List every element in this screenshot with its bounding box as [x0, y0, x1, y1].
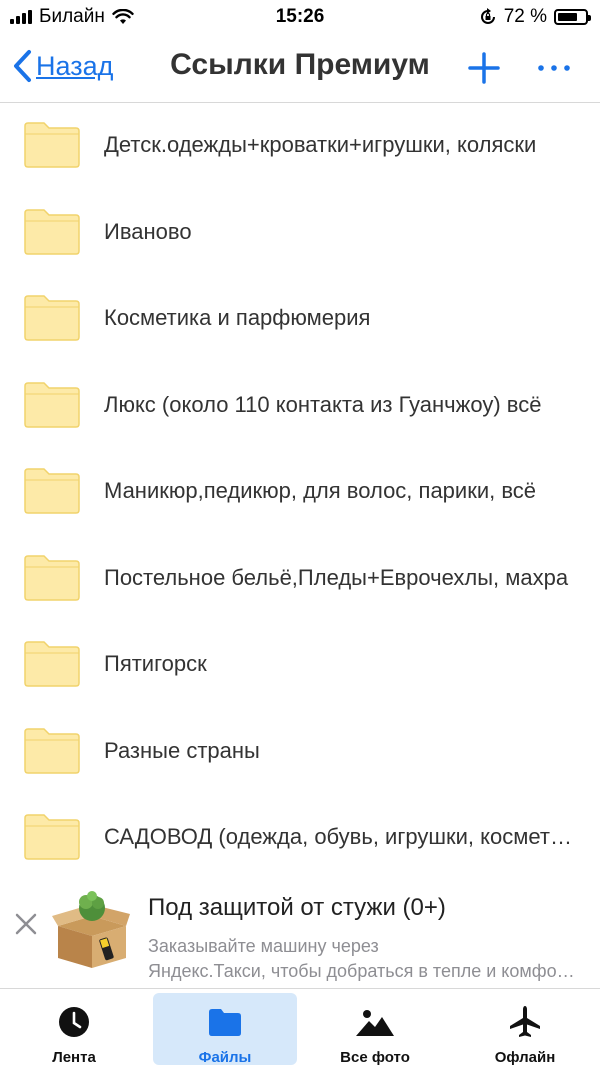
add-button[interactable]	[466, 50, 502, 86]
ad-banner[interactable]: Под защитой от стужи (0+) Заказывайте ма…	[0, 880, 600, 988]
folder-icon	[24, 554, 80, 601]
folder-icon	[24, 122, 80, 168]
tab-icon	[453, 1005, 597, 1039]
tab-label: Все фото	[340, 1049, 410, 1066]
tab-files[interactable]: Файлы	[153, 993, 297, 1066]
more-button[interactable]	[536, 56, 572, 80]
folder-list: Детск.одежды+кроватки+игрушки, коляски Ив…	[0, 102, 600, 881]
folder-icon	[24, 381, 80, 428]
tab-bar: Лента Файлы Все фото Офлайн	[0, 988, 600, 1067]
battery-icon	[554, 9, 591, 25]
folder-icon	[24, 208, 80, 255]
folder-name: Пятигорск	[104, 651, 207, 676]
folder-row[interactable]: Разные страны	[0, 708, 600, 795]
ad-text-line: Яндекс.Такси, чтобы добраться в тепле и …	[148, 961, 578, 981]
ad-close-button[interactable]	[12, 910, 40, 938]
folder-name: Постельное бельё,Пледы+Еврочехлы, махра	[104, 564, 569, 590]
ad-text-line: Заказывайте машину через	[148, 936, 379, 956]
folder-row[interactable]: Постельное бельё,Пледы+Еврочехлы, махра	[0, 535, 600, 622]
folder-row[interactable]: Детск.одежды+кроватки+игрушки, коляски	[0, 102, 600, 189]
folder-row[interactable]: Косметика и парфюмерия	[0, 275, 600, 362]
folder-name: Разные страны	[104, 737, 260, 763]
folder-row[interactable]: САДОВОД (одежда, обувь, игрушки, космети…	[0, 794, 600, 881]
folder-icon	[24, 468, 80, 514]
ad-box-image	[52, 891, 130, 968]
tab-icon	[2, 1005, 146, 1039]
status-bar: Билайн 15:26 72 %	[0, 0, 600, 34]
folder-name: Люкс (около 110 контакта из Гуанчжоу) вс…	[104, 391, 542, 417]
back-label: Назад	[36, 50, 114, 81]
back-button[interactable]: Назад	[12, 49, 113, 83]
folder-icon	[24, 295, 80, 341]
tab-label: Офлайн	[494, 1049, 556, 1066]
navigation-bar: Назад Ссылки Премиум	[0, 34, 600, 103]
folder-row[interactable]: Маникюр,педикюр, для волос, парики, всё	[0, 448, 600, 535]
tab-label: Файлы	[198, 1049, 252, 1066]
tab-icon	[153, 1005, 297, 1039]
close-icon	[15, 913, 37, 935]
folder-row[interactable]: Пятигорск	[0, 621, 600, 708]
battery-level	[558, 13, 577, 21]
plus-icon	[468, 52, 500, 84]
tab-label: Лента	[52, 1049, 96, 1066]
tab-offline[interactable]: Офлайн	[453, 993, 597, 1066]
tab-all-photos[interactable]: Все фото	[303, 993, 447, 1066]
tab-icon	[303, 1005, 447, 1039]
mountain-icon	[356, 1010, 394, 1036]
folder-name: Косметика и парфюмерия	[104, 305, 371, 330]
folder-name: Маникюр,педикюр, для волос, парики, всё	[104, 478, 537, 503]
status-right: 72 %	[479, 6, 591, 28]
folder-icon	[209, 1009, 241, 1036]
ad-description: Заказывайте машину через Яндекс.Такси, ч…	[148, 934, 578, 984]
rotation-lock-icon	[480, 8, 495, 24]
folder-name: Детск.одежды+кроватки+игрушки, коляски	[104, 132, 537, 157]
folder-icon	[24, 727, 80, 774]
folder-name: САДОВОД (одежда, обувь, игрушки, космети…	[104, 824, 580, 849]
folder-row[interactable]: Иваново	[0, 189, 600, 276]
tab-feed[interactable]: Лента	[2, 993, 146, 1066]
clock-icon	[59, 1007, 89, 1037]
chevron-left-icon	[14, 50, 31, 82]
folder-name: Иваново	[104, 218, 192, 244]
airplane-icon	[510, 1006, 540, 1037]
folder-icon	[24, 641, 80, 687]
folder-icon	[24, 814, 80, 860]
ad-title: Под защитой от стужи (0+)	[148, 894, 446, 921]
folder-row[interactable]: Люкс (около 110 контакта из Гуанчжоу) вс…	[0, 362, 600, 449]
more-dots-icon	[538, 65, 570, 71]
battery-percent: 72 %	[503, 6, 547, 27]
